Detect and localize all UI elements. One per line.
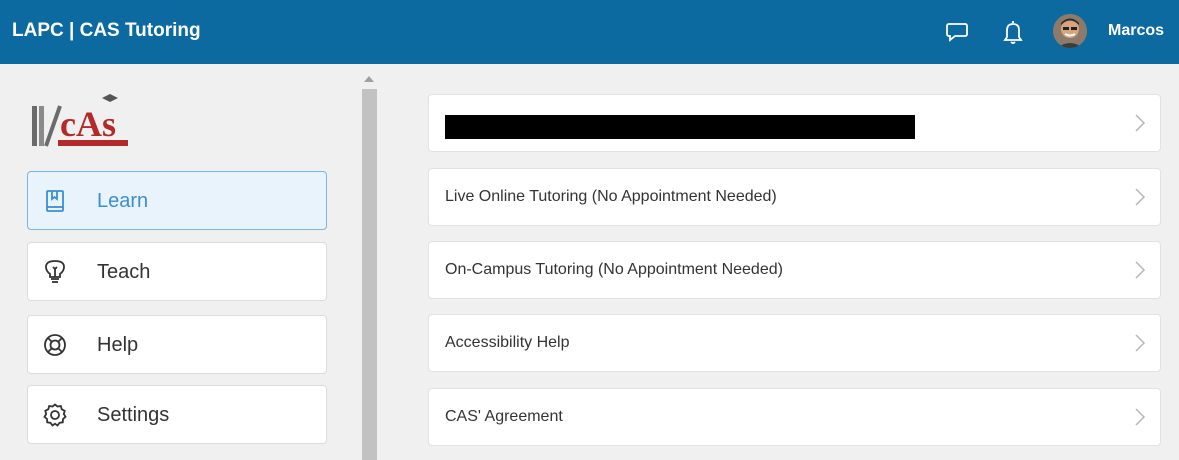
redacted-block [445,115,915,139]
sidebar-item-label: Learn [97,190,149,212]
list-item-label: Accessibility Help [445,334,570,351]
sidebar-item-settings[interactable]: Settings [27,385,327,444]
chevron-right-icon [1135,334,1146,352]
svg-text:cAs: cAs [60,104,116,144]
sidebar-item-label: Settings [97,404,170,426]
list-item-on-campus-tutoring[interactable]: On-Campus Tutoring (No Appointment Neede… [428,241,1161,299]
scroll-up-arrow-icon[interactable] [364,76,374,82]
chat-icon[interactable] [942,15,972,49]
top-bar: LAPC | CAS Tutoring Marcos [0,0,1179,64]
list-item-accessibility-help[interactable]: Accessibility Help [428,314,1161,372]
sidebar: cAs Learn Teach Help Settings [0,64,382,460]
list-item-label: CAS' Agreement [445,408,563,425]
list-item-label: On-Campus Tutoring (No Appointment Neede… [445,261,783,278]
user-name[interactable]: Marcos [1108,22,1164,40]
gear-icon [42,402,68,428]
sidebar-item-teach[interactable]: Teach [27,242,327,301]
sidebar-item-label: Teach [97,261,151,283]
cas-logo: cAs [30,86,142,152]
main-content: Live Online Tutoring (No Appointment Nee… [382,64,1179,460]
chevron-right-icon [1135,114,1146,132]
sidebar-item-learn[interactable]: Learn [27,171,327,230]
list-item-label: Live Online Tutoring (No Appointment Nee… [445,188,777,205]
sidebar-item-help[interactable]: Help [27,315,327,374]
lifebuoy-icon [42,332,68,358]
lightbulb-icon [42,259,68,285]
chevron-right-icon [1135,188,1146,206]
list-item-cas-agreement[interactable]: CAS' Agreement [428,388,1161,446]
chevron-right-icon [1135,408,1146,426]
scroll-thumb[interactable] [362,89,377,460]
bell-icon[interactable] [998,15,1028,49]
book-icon [42,188,68,214]
list-item-redacted[interactable] [428,94,1161,152]
avatar[interactable] [1053,14,1087,48]
list-item-live-online-tutoring[interactable]: Live Online Tutoring (No Appointment Nee… [428,168,1161,226]
sidebar-scrollbar[interactable] [361,72,378,460]
app-title: LAPC | CAS Tutoring [12,20,201,41]
chevron-right-icon [1135,261,1146,279]
sidebar-item-label: Help [97,334,139,356]
